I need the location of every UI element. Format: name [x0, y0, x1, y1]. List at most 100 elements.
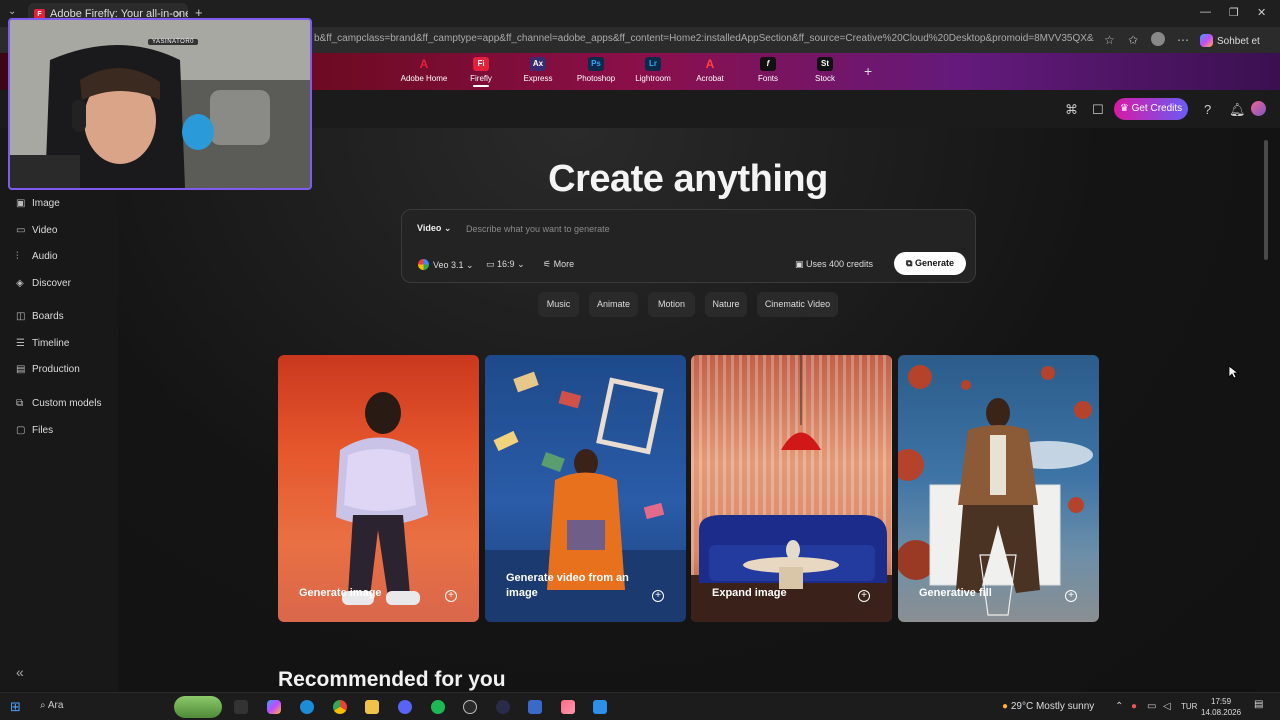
sidebar-item-label: Video — [32, 225, 58, 236]
app-lightroom[interactable]: Lr Lightroom — [625, 57, 681, 83]
gift-icon[interactable]: ⌘ — [1065, 102, 1078, 118]
user-avatar[interactable] — [1251, 101, 1266, 116]
sidebar-item-boards[interactable]: ◫ Boards — [16, 311, 64, 322]
sidebar-item-label: Image — [32, 198, 60, 209]
files-icon: ▢ — [16, 425, 26, 436]
mode-dropdown[interactable]: Video ⌄ — [417, 223, 451, 234]
aspect-ratio-dropdown[interactable]: ▭ 16:9 ⌄ — [486, 259, 525, 270]
credits-icon: ▣ — [795, 259, 807, 269]
help-icon[interactable]: ? — [1204, 102, 1211, 117]
copilot-button[interactable]: Sohbet et — [1200, 31, 1260, 49]
widgets-icon[interactable] — [174, 696, 222, 718]
card-expand-image[interactable]: Expand image + — [691, 355, 892, 622]
app-acrobat[interactable]: A Acrobat — [682, 57, 738, 83]
edge-icon[interactable] — [300, 700, 314, 714]
taskbar-search-label: Ara — [47, 700, 64, 711]
snipping-tool-icon[interactable] — [593, 700, 607, 714]
app-express[interactable]: Ax Express — [510, 57, 566, 83]
prompt-input[interactable] — [466, 220, 946, 238]
capcut-icon[interactable] — [528, 700, 542, 714]
add-icon[interactable]: + — [1065, 590, 1077, 602]
chip-nature[interactable]: Nature — [705, 292, 747, 317]
photos-icon[interactable] — [561, 700, 575, 714]
tray-chevron-icon[interactable]: ⌃ — [1115, 701, 1123, 712]
url-field[interactable]: b&ff_campclass=brand&ff_camptype=app&ff_… — [314, 33, 1094, 44]
clock-time: 17:59 — [1211, 697, 1232, 706]
add-app-icon[interactable]: + — [864, 63, 872, 79]
add-icon[interactable]: + — [445, 590, 457, 602]
sidebar-item-label: Files — [32, 425, 54, 436]
task-view-icon[interactable] — [234, 700, 248, 714]
sidebar-item-audio[interactable]: ⫶ Audio — [16, 251, 58, 262]
sliders-icon: ⚟ — [543, 259, 554, 269]
weather-widget[interactable]: ● 29°C Mostly sunny — [1002, 701, 1094, 712]
sun-icon: ● — [1002, 701, 1009, 712]
app-icon[interactable] — [496, 700, 510, 714]
image-icon: ▣ — [16, 198, 26, 209]
card-generate-image[interactable]: Generate image + — [278, 355, 479, 622]
more-settings-button[interactable]: ⚟ More — [543, 259, 574, 270]
menu-dots-icon[interactable]: ⋯ — [1177, 33, 1189, 47]
obs-icon[interactable] — [463, 700, 477, 714]
card-image-living-room — [691, 355, 892, 622]
lightroom-icon: Lr — [645, 57, 661, 71]
profile-icon[interactable] — [1151, 32, 1165, 46]
discover-icon: ◈ — [16, 278, 24, 289]
model-dropdown[interactable]: Veo 3.1 ⌄ — [418, 259, 474, 271]
collapse-sidebar-icon[interactable]: « — [16, 664, 24, 680]
add-icon[interactable]: + — [652, 590, 664, 602]
file-explorer-icon[interactable] — [365, 700, 379, 714]
sidebar-item-label: Production — [32, 364, 80, 375]
scrollbar-thumb[interactable] — [1264, 140, 1268, 260]
sidebar-item-discover[interactable]: ◈ Discover — [16, 278, 71, 289]
taskbar-search[interactable]: ⌕ Ara — [40, 700, 63, 711]
sidebar-item-timeline[interactable]: ☰ Timeline — [16, 338, 69, 349]
sidebar-item-image[interactable]: ▣ Image — [16, 198, 60, 209]
webcam-video-feed — [10, 20, 310, 188]
sidebar-item-files[interactable]: ▢ Files — [16, 425, 53, 436]
app-stock[interactable]: St Stock — [797, 57, 853, 83]
notifications-icon[interactable]: ▤ — [1254, 699, 1263, 710]
app-fonts[interactable]: f Fonts — [740, 57, 796, 83]
app-photoshop[interactable]: Ps Photoshop — [568, 57, 624, 83]
card-generative-fill[interactable]: Generative fill + — [898, 355, 1099, 622]
add-icon[interactable]: + — [858, 590, 870, 602]
main-scrollbar[interactable] — [1258, 128, 1280, 691]
chip-motion[interactable]: Motion — [648, 292, 695, 317]
app-firefly[interactable]: Fi Firefly — [453, 57, 509, 87]
minimize-icon[interactable]: — — [1200, 6, 1211, 18]
chip-animate[interactable]: Animate — [589, 292, 638, 317]
tray-app-icon[interactable]: ● — [1131, 701, 1137, 712]
copilot-icon — [1200, 34, 1213, 47]
tab-list-chevron-icon[interactable]: ⌄ — [8, 6, 16, 17]
mode-label: Video — [417, 223, 442, 233]
feedback-icon[interactable]: ☐ — [1092, 102, 1104, 118]
restore-icon[interactable]: ❐ — [1229, 6, 1239, 19]
favorites-icon[interactable]: ✩ — [1128, 33, 1138, 47]
chip-cinematic-video[interactable]: Cinematic Video — [757, 292, 838, 317]
generate-button[interactable]: ⧉ Generate — [894, 252, 966, 275]
close-window-icon[interactable]: ✕ — [1257, 6, 1266, 19]
sidebar-item-custom-models[interactable]: ⧉ Custom models — [16, 398, 101, 409]
spotify-icon[interactable] — [431, 700, 445, 714]
card-generate-video[interactable]: Generate video from an image + — [485, 355, 686, 622]
sidebar-item-production[interactable]: ▤ Production — [16, 364, 80, 375]
language-indicator[interactable]: TUR — [1181, 702, 1197, 711]
favorite-star-icon[interactable]: ☆ — [1104, 33, 1115, 47]
chip-music[interactable]: Music — [538, 292, 579, 317]
windows-start-icon[interactable]: ⊞ — [10, 699, 21, 715]
credits-label: Uses 400 credits — [806, 259, 874, 269]
get-credits-button[interactable]: ♛ Get Credits — [1114, 98, 1188, 120]
copilot-taskbar-icon[interactable] — [267, 700, 281, 714]
clock-date: 14.08.2026 — [1201, 708, 1242, 717]
clock[interactable]: 17:59 14.08.2026 — [1201, 696, 1241, 718]
network-icon[interactable]: ▭ — [1147, 701, 1156, 712]
discord-icon[interactable] — [398, 700, 412, 714]
volume-icon[interactable]: ◁ — [1163, 701, 1171, 712]
chevron-down-icon: ⌄ — [443, 223, 452, 233]
audio-icon: ⫶ — [16, 251, 19, 262]
sidebar-item-video[interactable]: ▭ Video — [16, 225, 57, 236]
chrome-icon[interactable] — [333, 700, 347, 714]
notifications-bell-icon[interactable]: 🔔︎ — [1229, 102, 1246, 118]
app-adobe-home[interactable]: A Adobe Home — [396, 57, 452, 83]
